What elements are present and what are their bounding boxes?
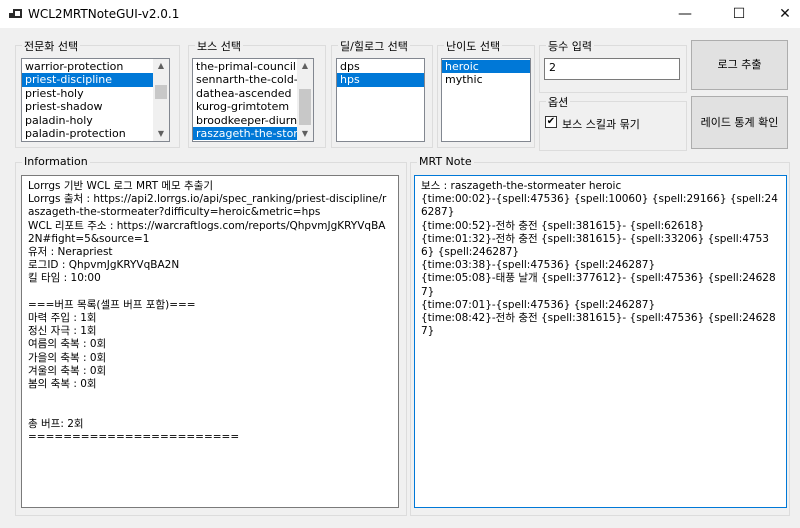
minimize-button[interactable]: — — [662, 0, 708, 28]
difficulty-group-label: 난이도 선택 — [444, 38, 503, 54]
boss-scrollbar[interactable]: ▲ ▼ — [297, 59, 313, 141]
rank-group-label: 등수 입력 — [546, 38, 594, 54]
spec-scrollbar[interactable]: ▲ ▼ — [153, 59, 169, 141]
text-line: ===버프 목록(셀프 버프 포함)=== — [28, 298, 196, 311]
title-bar: WCL2MRTNoteGUI-v2.0.1 — ☐ ✕ — [0, 0, 800, 28]
list-item[interactable]: paladin-holy — [22, 114, 169, 127]
text-line: {time:00:52}-전하 충전 {spell:381615}- {spel… — [421, 219, 705, 232]
difficulty-items: heroic mythic — [442, 59, 530, 87]
information-text: Lorrgs 기반 WCL 로그 MRT 메모 추출기 Lorrgs 출처 : h… — [28, 180, 392, 444]
information-textarea[interactable]: Lorrgs 기반 WCL 로그 MRT 메모 추출기 Lorrgs 출처 : h… — [21, 175, 399, 508]
list-item[interactable]: mythic — [442, 73, 530, 86]
scroll-up-icon[interactable]: ▲ — [153, 59, 169, 73]
text-line: 마력 주입 : 1회 — [28, 312, 97, 325]
text-line: {time:07:01}-{spell:47536} {spell:246287… — [421, 298, 656, 311]
list-item[interactable]: dathea-ascended — [193, 87, 313, 100]
mrt-note-text: 보스 : raszageth-the-stormeater heroic {tim… — [421, 180, 780, 338]
text-line: 정신 자극 : 1회 — [28, 325, 97, 338]
list-item[interactable]: priest-holy — [22, 87, 169, 100]
scroll-down-icon[interactable]: ▼ — [297, 127, 313, 141]
spec-group-label: 전문화 선택 — [22, 38, 81, 54]
list-item[interactable]: paladin-protection — [22, 127, 169, 140]
text-line — [28, 404, 392, 417]
list-item[interactable]: kurog-grimtotem — [193, 100, 313, 113]
app-icon — [9, 8, 22, 20]
extract-log-button[interactable]: 로그 추출 — [691, 40, 788, 90]
scroll-up-icon[interactable]: ▲ — [297, 59, 313, 73]
text-line: {time:01:32}-전하 충전 {spell:381615}- {spel… — [421, 232, 769, 259]
text-line: {time:03:38}-{spell:47536} {spell:246287… — [421, 259, 656, 272]
spec-listbox[interactable]: warrior-protection priest-discipline pries… — [21, 58, 170, 142]
boss-listbox[interactable]: the-primal-councilsennarth-the-cold-brea… — [192, 58, 314, 142]
text-line: 겨울의 축복 : 0회 — [28, 364, 107, 377]
maximize-button[interactable]: ☐ — [716, 0, 762, 28]
text-line: 봄의 축복 : 0회 — [28, 378, 97, 391]
list-item[interactable]: dps — [337, 60, 424, 73]
list-item[interactable]: raszageth-the-stormeater — [193, 126, 313, 141]
text-line: {time:08:42}-전하 충전 {spell:381615}- {spel… — [421, 312, 776, 338]
list-item[interactable]: sennarth-the-cold-breath — [193, 73, 313, 86]
role-group-label: 딜/힐로그 선택 — [338, 38, 410, 54]
text-line — [28, 391, 392, 404]
list-item[interactable]: priest-discipline — [22, 73, 169, 87]
mrt-note-textarea[interactable]: 보스 : raszageth-the-stormeater heroic {tim… — [414, 175, 787, 508]
list-item[interactable]: warrior-protection — [22, 60, 169, 73]
difficulty-listbox[interactable]: heroic mythic — [441, 58, 531, 142]
mrt-note-group-label: MRT Note — [417, 155, 474, 168]
list-item[interactable]: priest-shadow — [22, 100, 169, 113]
text-line: 로그ID : QhpvmJgKRYVqBA2N — [28, 259, 180, 272]
boss-items: the-primal-councilsennarth-the-cold-brea… — [193, 59, 313, 141]
text-line: Lorrgs 출처 : https://api2.lorrgs.io/api/s… — [28, 193, 387, 219]
list-item[interactable]: hps — [337, 73, 424, 87]
text-line: {time:05:08}-태풍 날개 {spell:377612}- {spel… — [421, 272, 776, 298]
text-line: ======================== — [28, 430, 240, 443]
spec-items: warrior-protection priest-discipline pries… — [22, 59, 169, 140]
text-line: 유저 : Nerapriest — [28, 246, 113, 259]
close-button[interactable]: ✕ — [762, 0, 800, 28]
scroll-thumb[interactable] — [155, 85, 167, 99]
text-line: 여름의 축복 : 0회 — [28, 338, 107, 351]
boss-group-label: 보스 선택 — [195, 38, 243, 54]
list-item[interactable]: the-primal-council — [193, 60, 313, 73]
text-line: 보스 : raszageth-the-stormeater heroic — [421, 180, 622, 192]
list-item[interactable]: heroic — [442, 60, 530, 74]
raid-stats-button[interactable]: 레이드 통계 확인 — [691, 96, 788, 149]
bind-boss-skill-label: 보스 스킬과 묶기 — [562, 118, 640, 131]
list-item[interactable]: broodkeeper-diurna — [193, 114, 313, 127]
scroll-down-icon[interactable]: ▼ — [153, 127, 169, 141]
bind-boss-skill-checkbox[interactable]: ✔ — [545, 116, 557, 128]
text-line — [28, 286, 392, 299]
text-line: 총 버프: 2회 — [28, 417, 84, 430]
role-listbox[interactable]: dps hps — [336, 58, 425, 142]
text-line: 킬 타임 : 10:00 — [28, 272, 101, 285]
text-line: WCL 리포트 주소 : https://warcraftlogs.com/re… — [28, 219, 386, 245]
scroll-thumb[interactable] — [299, 89, 311, 125]
text-line: Lorrgs 기반 WCL 로그 MRT 메모 추출기 — [28, 180, 214, 192]
role-items: dps hps — [337, 59, 424, 87]
rank-input[interactable]: 2 — [544, 58, 680, 80]
text-line: 가을의 축복 : 0회 — [28, 351, 107, 364]
options-group-label: 옵션 — [546, 94, 571, 110]
text-line: {time:00:02}-{spell:47536} {spell:10060}… — [421, 193, 778, 219]
window-title: WCL2MRTNoteGUI-v2.0.1 — [28, 7, 180, 21]
information-group-label: Information — [22, 155, 90, 168]
